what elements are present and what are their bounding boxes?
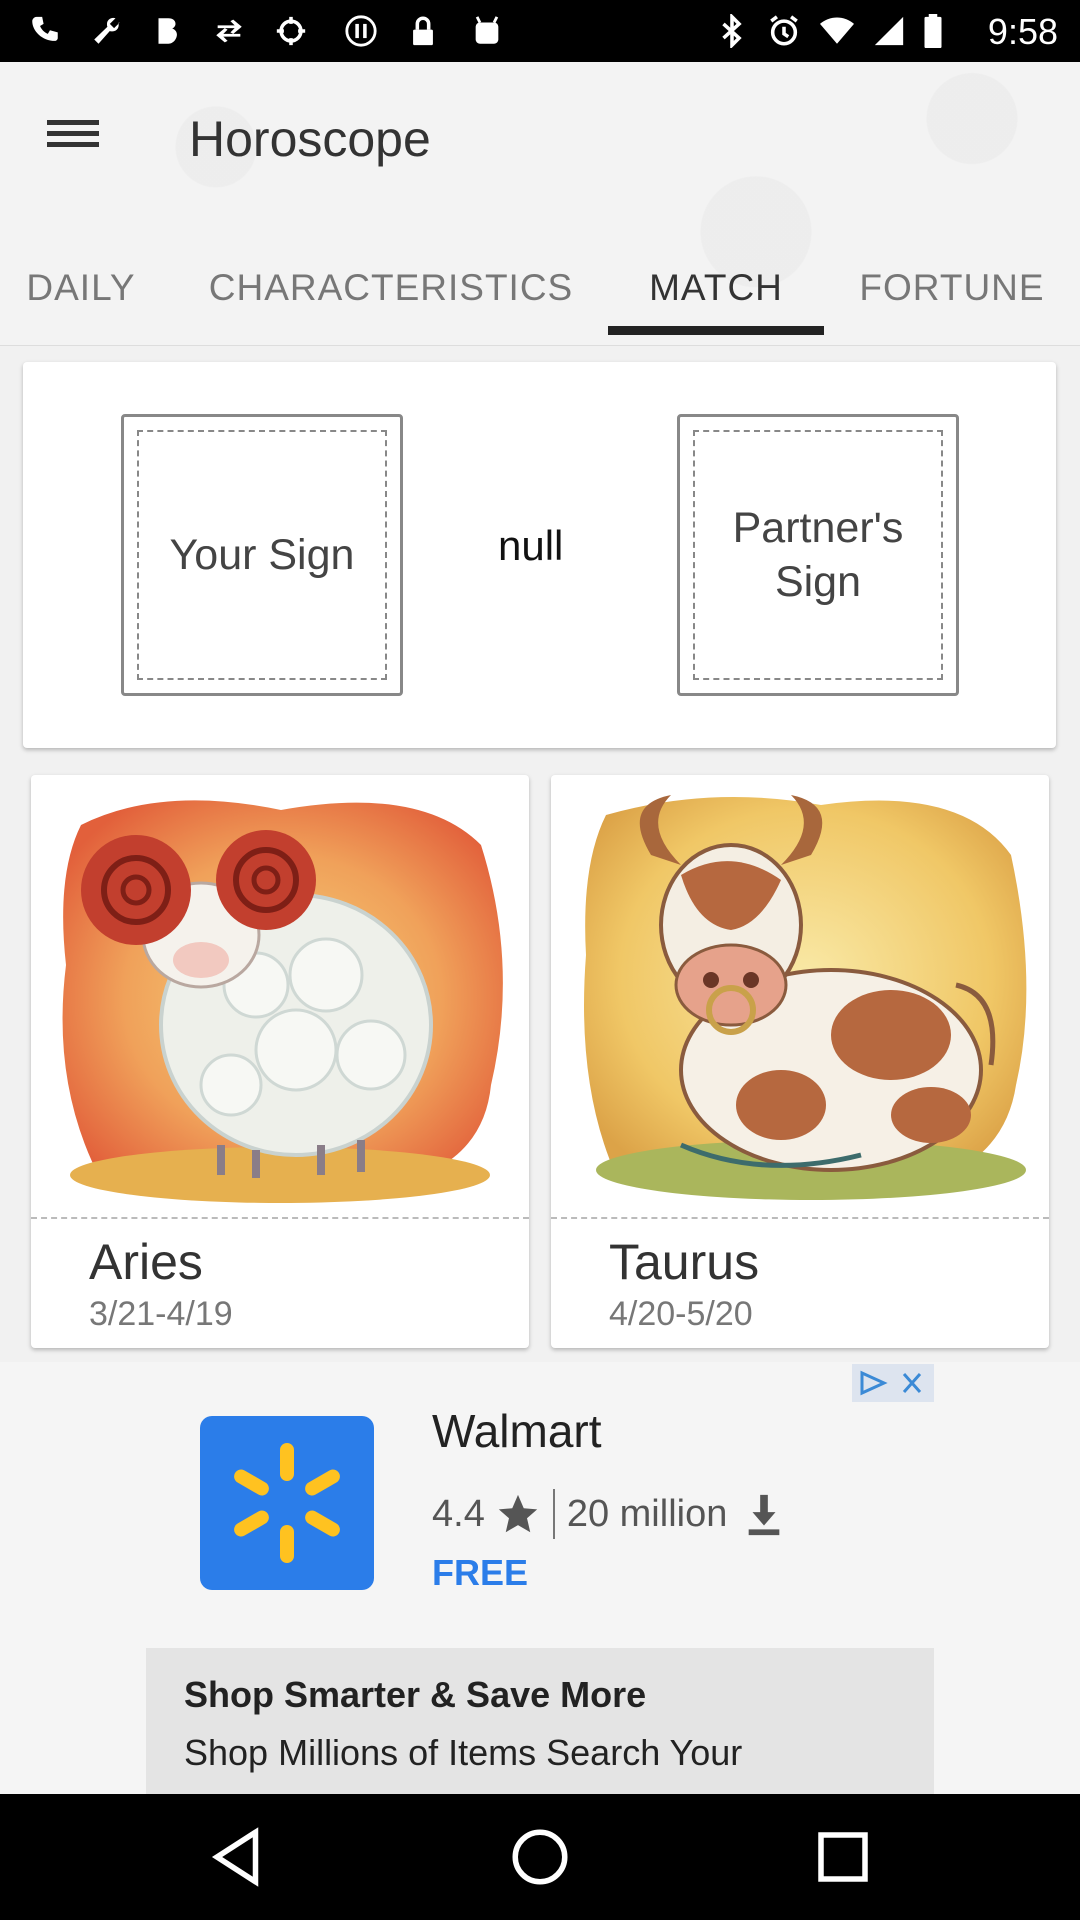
ad-meta: 4.4 20 million bbox=[432, 1486, 787, 1542]
active-tab-indicator bbox=[608, 326, 824, 335]
card-divider bbox=[551, 1217, 1049, 1219]
bluetooth-icon bbox=[722, 14, 742, 48]
app-header: Horoscope DAILY CHARACTERISTICS MATCH FO… bbox=[0, 62, 1080, 346]
status-time: 9:58 bbox=[987, 11, 1058, 52]
back-icon[interactable] bbox=[206, 1824, 272, 1890]
swap-icon bbox=[216, 19, 242, 43]
tab-fortune[interactable]: FORTUNE bbox=[838, 242, 1066, 346]
home-icon[interactable] bbox=[507, 1824, 573, 1890]
status-bar: 9:58 bbox=[0, 0, 1080, 62]
tab-bar: DAILY CHARACTERISTICS MATCH FORTUNE bbox=[0, 242, 1080, 346]
battery-icon bbox=[924, 14, 942, 48]
ad-headline: Shop Smarter & Save More bbox=[184, 1674, 647, 1715]
ad-app-name: Walmart bbox=[432, 1405, 602, 1457]
ad-banner[interactable]: Walmart 4.4 20 million FREE Shop Smarter… bbox=[0, 1362, 1080, 1794]
zodiac-name: Aries bbox=[89, 1234, 203, 1290]
zodiac-dates: 3/21-4/19 bbox=[89, 1295, 233, 1333]
hamburger-menu-icon[interactable] bbox=[40, 114, 106, 170]
zodiac-card-aries[interactable]: Aries 3/21-4/19 bbox=[31, 775, 529, 1348]
ad-downloads: 20 million bbox=[566, 1492, 728, 1535]
ad-rating: 4.4 bbox=[432, 1492, 485, 1535]
star-icon bbox=[498, 1494, 537, 1533]
your-sign-slot[interactable]: Your Sign bbox=[121, 414, 403, 696]
ad-body-text: Shop Millions of Items Search Your bbox=[184, 1732, 743, 1773]
card-divider bbox=[31, 1217, 529, 1219]
ad-price: FREE bbox=[432, 1552, 529, 1593]
alarm-icon bbox=[770, 15, 798, 46]
app-title: Horoscope bbox=[189, 111, 431, 167]
bold-b-icon bbox=[158, 18, 177, 44]
match-result: null bbox=[498, 522, 564, 569]
zodiac-name: Taurus bbox=[609, 1234, 760, 1290]
ram-illustration bbox=[62, 800, 503, 1203]
zodiac-dates: 4/20-5/20 bbox=[609, 1295, 753, 1333]
zodiac-card-taurus[interactable]: Taurus 4/20-5/20 bbox=[551, 775, 1049, 1348]
ad-choices[interactable] bbox=[852, 1364, 934, 1402]
tab-daily[interactable]: DAILY bbox=[0, 242, 162, 346]
match-selector-card: Your Sign null Partner's Sign bbox=[23, 362, 1056, 748]
alert-icon bbox=[345, 15, 377, 47]
android-icon bbox=[475, 16, 499, 44]
partner-sign-label: Partner's Sign bbox=[693, 430, 943, 680]
lock-icon bbox=[413, 16, 433, 46]
ad-choices-icon bbox=[860, 1370, 922, 1396]
bull-illustration bbox=[584, 795, 1027, 1200]
download-icon bbox=[749, 1494, 780, 1536]
wrench-icon bbox=[94, 17, 120, 44]
phone-icon bbox=[32, 16, 58, 41]
ad-meta-separator bbox=[552, 1489, 555, 1539]
tab-characteristics[interactable]: CHARACTERISTICS bbox=[182, 242, 600, 346]
your-sign-label: Your Sign bbox=[137, 430, 387, 680]
signal-icon bbox=[874, 16, 904, 46]
system-nav-bar bbox=[0, 1794, 1080, 1920]
fake-gps-icon bbox=[276, 16, 306, 46]
ad-promo-banner[interactable]: Shop Smarter & Save More Shop Millions o… bbox=[146, 1648, 934, 1794]
recents-icon[interactable] bbox=[810, 1824, 876, 1890]
walmart-logo-icon[interactable] bbox=[200, 1416, 374, 1590]
wifi-icon bbox=[820, 17, 854, 44]
partner-sign-slot[interactable]: Partner's Sign bbox=[677, 414, 959, 696]
